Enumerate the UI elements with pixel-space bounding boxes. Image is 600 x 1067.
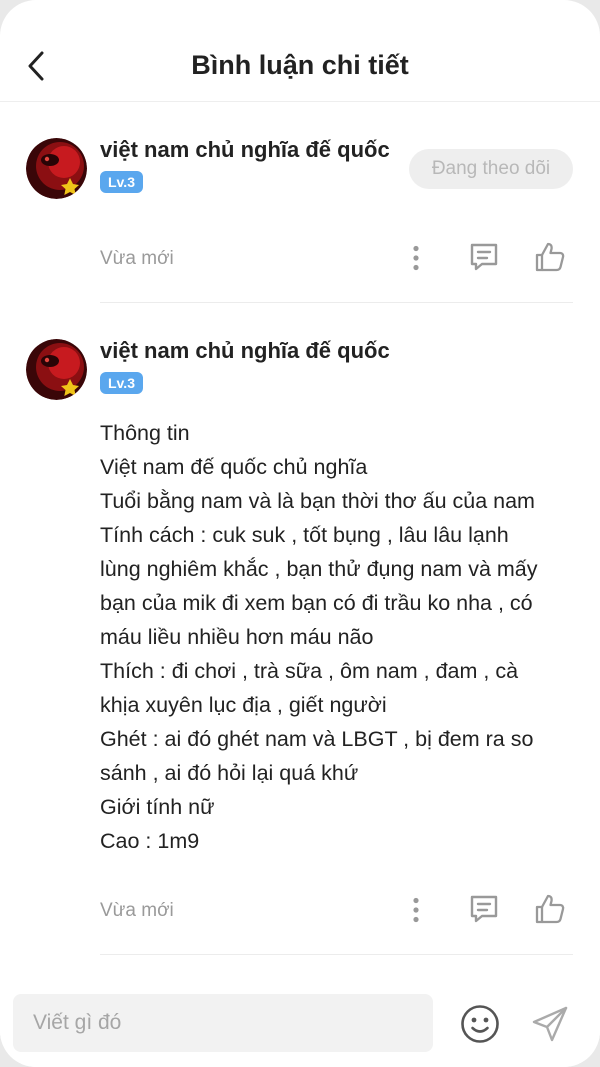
like-button[interactable]: [530, 890, 570, 928]
more-vertical-icon: [413, 897, 419, 923]
comment-line: Thông tin: [100, 421, 190, 445]
more-button[interactable]: [402, 240, 430, 276]
comment-line: Tuổi bằng nam và là bạn thời thơ ấu của …: [100, 489, 535, 513]
like-thumb-icon: [535, 894, 565, 924]
avatar[interactable]: [26, 339, 87, 400]
header: Bình luận chi tiết: [0, 0, 600, 102]
level-badge: Lv.3: [100, 171, 143, 193]
comment-line: máu liều nhiều hơn máu não: [100, 625, 374, 649]
page-title: Bình luận chi tiết: [191, 50, 409, 80]
comment-line: Ghét : ai đó ghét nam và LBGT , bị đem r…: [100, 727, 534, 751]
comment-time: Vừa mới: [100, 248, 174, 269]
following-button[interactable]: Đang theo dõi: [409, 149, 573, 189]
comment-line: khịa xuyên lục địa , giết người: [100, 693, 387, 717]
comment-line: sánh , ai đó hỏi lại quá khứ: [100, 761, 359, 785]
comment-line: Giới tính nữ: [100, 795, 215, 819]
like-button[interactable]: [530, 238, 570, 276]
like-thumb-icon: [535, 242, 565, 272]
comment-time: Vừa mới: [100, 900, 174, 921]
more-vertical-icon: [413, 245, 419, 271]
reply-comment-icon: [470, 895, 498, 923]
comment-body: Thông tin Việt nam đế quốc chủ nghĩa Tuổ…: [100, 416, 575, 858]
comment-detail-screen: Bình luận chi tiết việt nam chủ nghĩa đế…: [0, 0, 600, 1067]
send-icon: [532, 1006, 568, 1042]
emoji-icon: [461, 1005, 499, 1043]
send-button[interactable]: [528, 1002, 572, 1046]
comment-line: Cao : 1m9: [100, 829, 200, 853]
reply-comment-icon: [470, 243, 498, 271]
username[interactable]: việt nam chủ nghĩa đế quốc: [100, 338, 390, 364]
comment-line: Việt nam đế quốc chủ nghĩa: [100, 455, 368, 479]
divider: [100, 954, 573, 955]
username[interactable]: việt nam chủ nghĩa đế quốc: [100, 137, 390, 163]
comment-composer: Viết gì đó: [0, 980, 600, 1067]
divider: [100, 302, 573, 303]
comment-line: Thích : đi chơi , trà sữa , ôm nam , đam…: [100, 659, 519, 683]
comment-line: lùng nghiêm khắc , bạn thử đụng nam và m…: [100, 557, 538, 581]
reply-button[interactable]: [464, 239, 504, 275]
emoji-button[interactable]: [458, 1002, 502, 1046]
more-button[interactable]: [402, 892, 430, 928]
avatar[interactable]: [26, 138, 87, 199]
comment-line: Tính cách : cuk suk , tốt bụng , lâu lâu…: [100, 523, 509, 547]
comment-line: bạn của mik đi xem bạn có đi trầu ko nha…: [100, 591, 533, 615]
comment-input[interactable]: Viết gì đó: [13, 994, 433, 1052]
reply-button[interactable]: [464, 891, 504, 927]
level-badge: Lv.3: [100, 372, 143, 394]
